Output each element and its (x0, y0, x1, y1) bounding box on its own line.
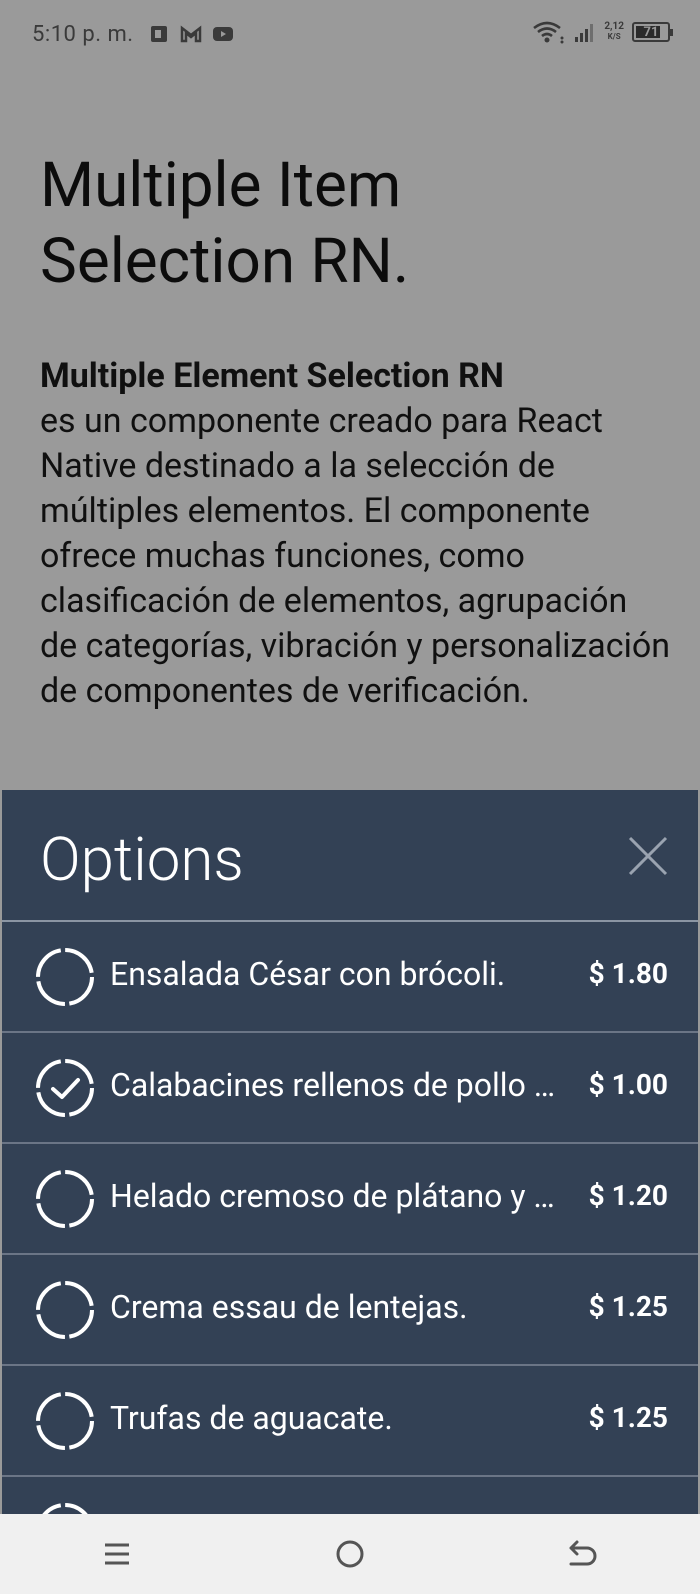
home-icon (336, 1540, 364, 1568)
option-item[interactable]: Helado cremoso de plátano y canela. $ 1.… (2, 1144, 698, 1255)
page-title: Multiple Item Selection RN. (40, 149, 410, 298)
option-price: $ 1.80 (588, 957, 668, 990)
option-item-partial[interactable] (2, 1477, 698, 1514)
description-text: es un componente creado para React Nativ… (40, 401, 671, 711)
radio-unchecked-icon (36, 1392, 94, 1450)
radio-checked-icon (36, 1059, 94, 1117)
home-button[interactable] (320, 1524, 380, 1584)
option-label: Crema essau de lentejas. (110, 1288, 468, 1326)
close-icon[interactable] (626, 834, 670, 878)
system-icons: 2,12 K/S 71 (532, 20, 673, 44)
sheet-title: Options (40, 824, 244, 895)
youtube-icon (213, 27, 233, 41)
option-price: $ 1.20 (588, 1179, 668, 1212)
sheet-header: Options (2, 790, 698, 922)
option-price: $ 1.25 (588, 1290, 668, 1323)
option-item[interactable]: Trufas de aguacate. $ 1.25 (2, 1366, 698, 1477)
net-speed-value: 2,12 (604, 21, 624, 32)
status-time: 5:10 p. m. (32, 22, 134, 47)
radio-unchecked-icon (42, 1503, 88, 1514)
radio-unchecked-icon (36, 1281, 94, 1339)
notification-icons (150, 24, 234, 44)
radio-unchecked-icon (36, 1170, 94, 1228)
radio-unchecked-icon (36, 948, 94, 1006)
battery-icon: 71 (632, 22, 673, 42)
page-description: Multiple Element Selection RN es un comp… (40, 354, 670, 714)
navigation-bar (0, 1514, 700, 1594)
option-price: $ 1.00 (588, 1068, 668, 1101)
option-price: $ 1.25 (588, 1401, 668, 1434)
battery-level: 71 (643, 24, 659, 40)
option-label: Ensalada César con brócoli. (110, 955, 506, 993)
option-item[interactable]: Crema essau de lentejas. $ 1.25 (2, 1255, 698, 1366)
option-label: Helado cremoso de plátano y canela. (110, 1177, 560, 1215)
menu-button[interactable] (87, 1524, 147, 1584)
option-item[interactable]: Ensalada César con brócoli. $ 1.80 (2, 922, 698, 1033)
options-list: Ensalada César con brócoli. $ 1.80 Calab… (2, 922, 698, 1514)
option-label: Calabacines rellenos de pollo y verduras… (110, 1066, 560, 1104)
network-speed: 2,12 K/S (604, 22, 624, 42)
status-bar: 5:10 p. m. 2,12 K/S 71 (0, 0, 700, 72)
option-item[interactable]: Calabacines rellenos de pollo y verduras… (2, 1033, 698, 1144)
back-icon (569, 1540, 597, 1566)
wifi-icon (533, 21, 564, 44)
options-sheet: Options Ensalada César con brócoli. $ 1.… (2, 790, 698, 1514)
office-app-icon (151, 26, 167, 42)
net-speed-unit: K/S (607, 32, 621, 41)
menu-icon (104, 1543, 129, 1565)
description-bold: Multiple Element Selection RN (40, 356, 504, 396)
signal-icon (575, 24, 594, 42)
gmail-icon (180, 25, 202, 43)
option-label: Trufas de aguacate. (110, 1399, 393, 1437)
back-button[interactable] (553, 1524, 613, 1584)
